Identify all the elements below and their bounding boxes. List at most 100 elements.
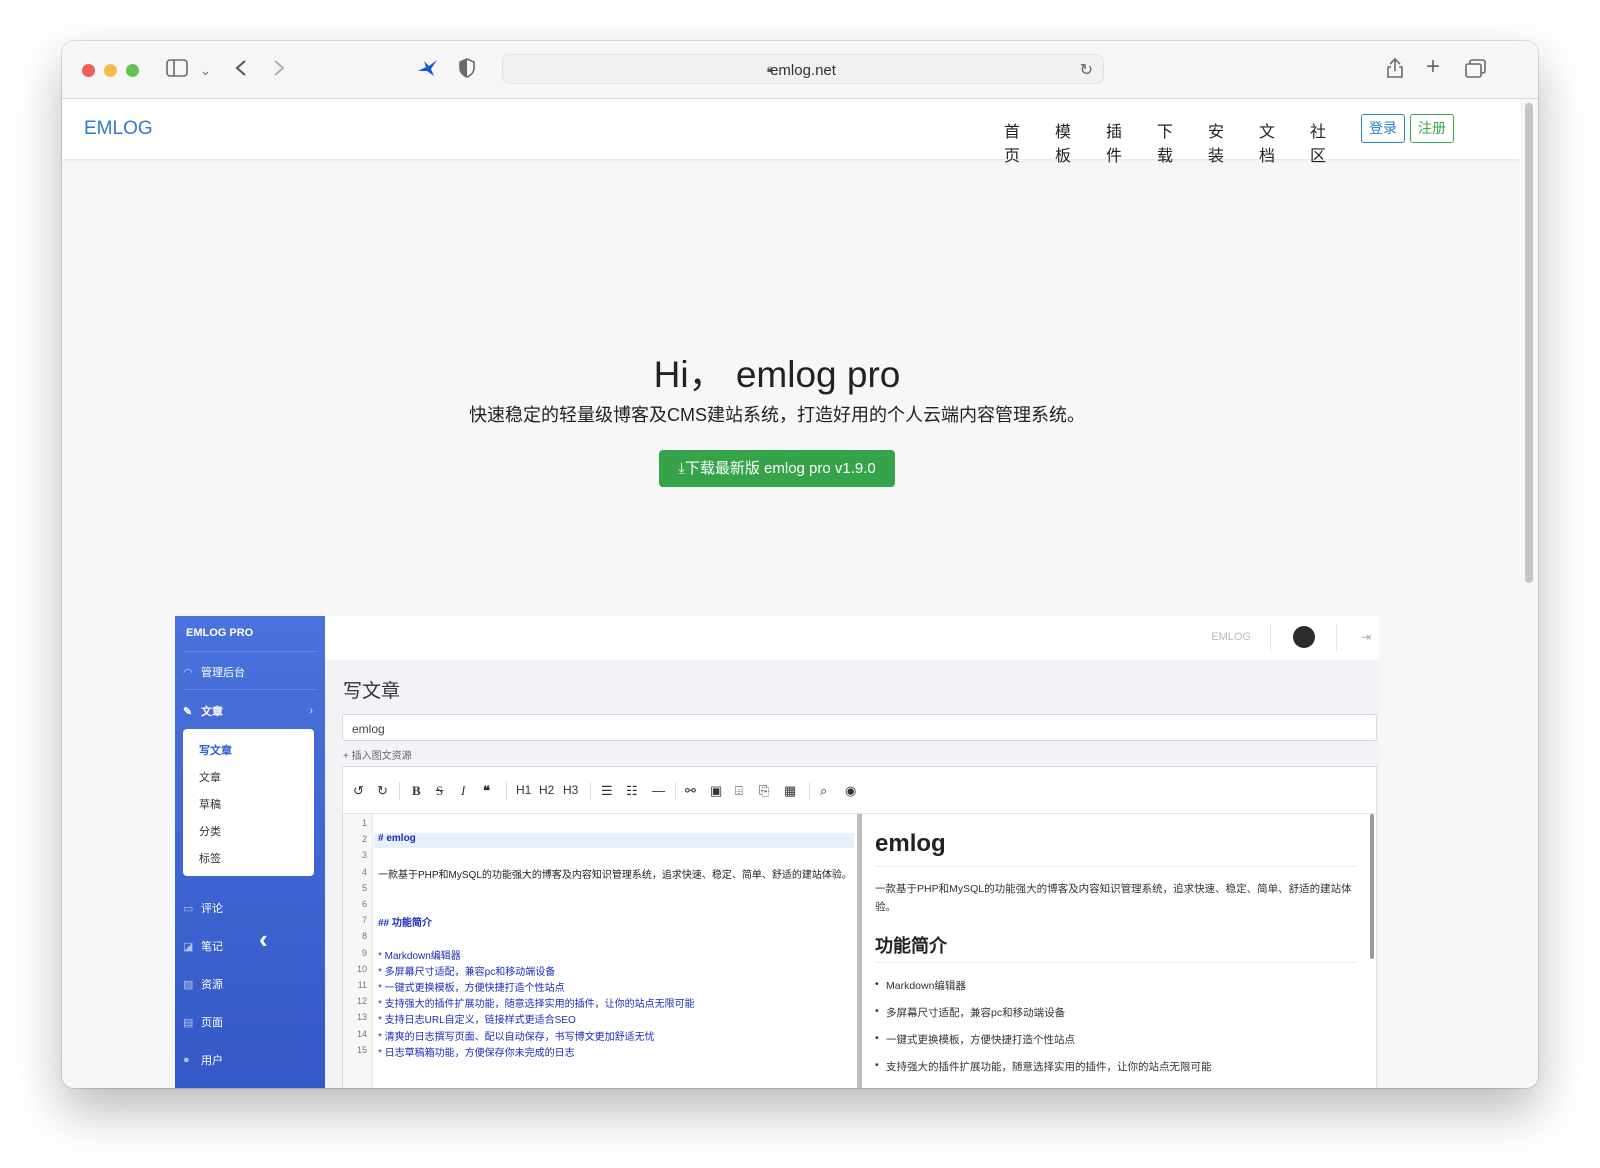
italic-icon: I: [461, 783, 466, 798]
code-line: * 一键式更换模板，方便快捷打造个性站点: [378, 983, 565, 994]
web-page: EMLOG 首页 模板 插件 下载 安装 文档 社区 登录 注册 Hi， eml…: [62, 99, 1520, 1088]
chevron-right-icon: ›: [309, 705, 313, 717]
nav-plugins[interactable]: 插件: [1106, 118, 1137, 166]
line-number: 6: [361, 899, 367, 909]
line-number: 1: [361, 818, 367, 828]
page-title: 写文章: [343, 681, 401, 702]
comment-icon: ▭: [183, 902, 194, 915]
close-window-button[interactable]: [82, 64, 95, 77]
back-arrow-icon[interactable]: [234, 58, 248, 82]
url-text: emlog.net: [770, 62, 836, 79]
current-line-highlight: [374, 833, 854, 848]
site-bird-icon[interactable]: [416, 58, 438, 82]
collapse-arrow-icon: ‹: [259, 924, 268, 954]
browser-toolbar: ⌄ 🔒︎ emlog.net ↻ +: [62, 41, 1538, 99]
divider: [675, 782, 676, 800]
pencil-icon: ✎: [183, 705, 193, 718]
admin-topbar-brand: EMLOG: [1211, 631, 1251, 643]
dashboard-icon: ◠: [183, 666, 193, 679]
divider: [399, 782, 400, 800]
redo-icon: ↻: [377, 783, 388, 798]
nav-home[interactable]: 首页: [1004, 118, 1035, 166]
code-line: * 日志草稿箱功能，方便保存你未完成的日志: [378, 1047, 575, 1059]
sidebar-item-articles: ✎ 文章 ›: [183, 703, 317, 719]
page-scrollbar-thumb[interactable]: [1525, 103, 1533, 583]
list-item: 多屏幕尺寸适配，兼容pc和移动端设备: [875, 1005, 1065, 1020]
preview-heading: emlog: [875, 830, 946, 857]
code-line: 一款基于PHP和MySQL的功能强大的博客及内容知识管理系统，追求快速、稳定、简…: [378, 869, 852, 881]
search-icon: ⌕: [820, 783, 828, 798]
reload-icon[interactable]: ↻: [1080, 60, 1093, 80]
submenu-categories: 分类: [199, 826, 221, 838]
image-icon: ▨: [183, 978, 194, 991]
line-number: 15: [356, 1044, 367, 1055]
code-icon: ⌹: [735, 783, 743, 798]
site-navbar: EMLOG 首页 模板 插件 下载 安装 文档 社区 登录 注册: [62, 99, 1520, 165]
new-tab-plus-icon[interactable]: +: [1426, 55, 1440, 79]
divider: [1270, 624, 1271, 652]
nav-download[interactable]: 下载: [1157, 118, 1188, 166]
editor-preview-pane: emlog 一款基于PHP和MySQL的功能强大的博客及内容知识管理系统，追求快…: [862, 814, 1376, 1088]
table-icon: ▦: [784, 783, 797, 798]
sidebar-item-comments: ▭ 评论: [183, 900, 223, 916]
submenu-write: 写文章: [199, 745, 232, 757]
divider: [875, 866, 1357, 867]
strikethrough-icon: S: [436, 783, 444, 798]
divider: [183, 689, 317, 690]
hero-title: Hi， emlog pro: [653, 354, 901, 395]
link-icon: ⚯: [685, 783, 696, 798]
chevron-down-icon[interactable]: ⌄: [200, 61, 211, 81]
line-number: 2: [361, 834, 367, 845]
zoom-window-button[interactable]: [126, 64, 139, 77]
code-line: ## 功能简介: [378, 918, 432, 930]
nav-docs[interactable]: 文档: [1259, 118, 1290, 166]
address-bar[interactable]: 🔒︎ emlog.net ↻: [502, 54, 1104, 84]
line-number: 14: [356, 1028, 367, 1039]
register-button[interactable]: 注册: [1410, 114, 1454, 143]
preview-toggle-icon: ◉: [845, 783, 857, 798]
tab-overview-icon[interactable]: [1465, 59, 1487, 83]
line-number: 13: [356, 1012, 367, 1023]
sidebar-item-users: ● 用户: [183, 1052, 223, 1068]
line-number: 8: [361, 931, 367, 942]
sidebar-item-label: 文章: [201, 706, 223, 718]
avatar: [1293, 626, 1315, 648]
nav-install[interactable]: 安装: [1208, 118, 1239, 166]
user-icon: ●: [183, 1054, 190, 1066]
code-line: * 清爽的日志撰写页面、配以自动保存，书写博文更加舒适无忧: [378, 1031, 655, 1043]
sidebar-item-resources: ▨ 资源: [183, 976, 223, 992]
admin-topbar: EMLOG ⇥: [325, 616, 1379, 660]
sidebar-toggle-icon[interactable]: [166, 59, 188, 81]
code-line: * 支持强大的插件扩展功能，随意选择实用的插件，让你的站点无限可能: [378, 999, 695, 1011]
main-nav: 首页 模板 插件 下载 安装 文档 社区: [1004, 118, 1361, 166]
article-title-value: emlog: [352, 722, 385, 736]
h2-button: H2: [539, 783, 555, 797]
submenu-articles: 文章: [199, 772, 221, 784]
download-button[interactable]: ⤓下载最新版 emlog pro v1.9.0: [659, 450, 895, 487]
code-line: * 支持日志URL自定义，链接样式更适合SEO: [378, 1015, 576, 1027]
article-title-field: emlog: [342, 714, 1377, 741]
minimize-window-button[interactable]: [104, 64, 117, 77]
nav-templates[interactable]: 模板: [1055, 118, 1086, 166]
divider: [809, 782, 810, 800]
admin-brand: EMLOG PRO: [186, 627, 254, 639]
page-icon: ▤: [183, 1016, 194, 1029]
undo-icon: ↺: [353, 783, 364, 798]
login-button[interactable]: 登录: [1361, 114, 1405, 143]
site-brand[interactable]: EMLOG: [84, 118, 153, 140]
divider: [1336, 624, 1337, 652]
sidebar-item-label: 用户: [201, 1055, 223, 1067]
sidebar-item-label: 资源: [201, 979, 223, 991]
nav-community[interactable]: 社区: [1310, 118, 1341, 166]
forward-arrow-icon[interactable]: [272, 58, 286, 82]
privacy-shield-icon[interactable]: [458, 58, 476, 82]
divider: [183, 651, 317, 652]
submenu-drafts: 草稿: [199, 799, 221, 811]
line-number: 11: [357, 980, 367, 990]
markdown-editor: ↺ ↻ B S I ❝ H1 H2 H3 ☰ ☷ — ⚯ ▣ ⌹ ⎘ ▦ ⌕ ◉…: [342, 766, 1377, 1088]
insert-resources-link: + 插入图文资源: [343, 751, 412, 762]
hero-subtitle: 快速稳定的轻量级博客及CMS建站系统，打造好用的个人云端内容管理系统。: [469, 405, 1085, 425]
code-line: # emlog: [378, 833, 416, 845]
share-icon[interactable]: [1385, 57, 1405, 83]
code-line: * Markdown编辑器: [378, 950, 461, 962]
